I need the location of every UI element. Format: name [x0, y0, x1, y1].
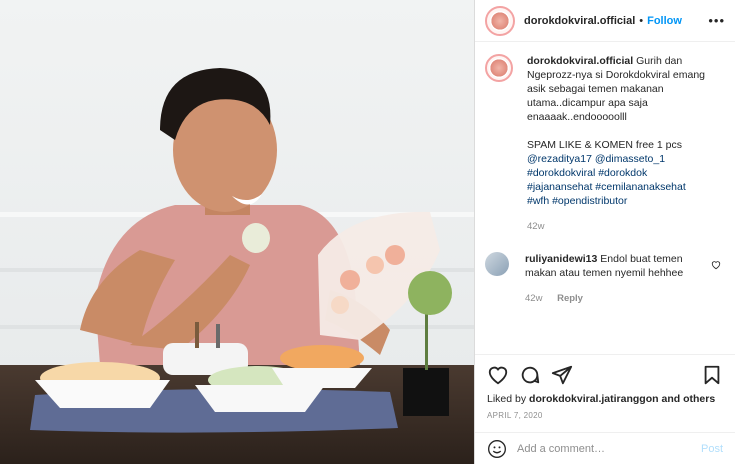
- likes-user[interactable]: dorokdokviral.jatiranggon: [529, 393, 659, 405]
- header-separator: •: [639, 14, 644, 27]
- caption-avatar[interactable]: [485, 54, 513, 82]
- comment-time[interactable]: 42w: [525, 293, 542, 304]
- header-username[interactable]: dorokdokviral.official: [524, 15, 635, 27]
- post-button[interactable]: Post: [701, 443, 723, 455]
- instagram-post: dorokdokviral.official • Follow ••• doro…: [0, 0, 735, 464]
- comment-input[interactable]: [517, 442, 701, 455]
- post-header: dorokdokviral.official • Follow •••: [475, 0, 735, 42]
- post-image: [0, 0, 474, 464]
- post-actions: Liked by dorokdokviral.jatiranggon and o…: [475, 354, 735, 420]
- comment-username[interactable]: ruliyanidewi13: [525, 253, 597, 265]
- likes-summary: Liked by dorokdokviral.jatiranggon and o…: [487, 393, 723, 405]
- comments-list[interactable]: dorokdokviral.official Gurih dan Ngeproz…: [475, 54, 735, 354]
- caption-spam-text: SPAM LIKE & KOMEN free 1 pcs: [527, 139, 683, 151]
- comment-item: ruliyanidewi13 Endol buat temen makan at…: [485, 252, 725, 306]
- bookmark-icon[interactable]: [701, 364, 723, 386]
- likes-prefix: Liked by: [487, 393, 527, 405]
- share-icon[interactable]: [551, 364, 573, 386]
- follow-button[interactable]: Follow: [647, 15, 682, 27]
- more-options-icon[interactable]: •••: [708, 13, 725, 28]
- post-sidebar: dorokdokviral.official • Follow ••• doro…: [474, 0, 735, 464]
- post-date[interactable]: APRIL 7, 2020: [487, 411, 723, 420]
- caption-time[interactable]: 42w: [527, 221, 544, 232]
- profile-avatar[interactable]: [485, 5, 515, 36]
- comment-heart-icon[interactable]: [711, 260, 721, 273]
- caption: dorokdokviral.official Gurih dan Ngeproz…: [485, 54, 725, 234]
- comment-icon[interactable]: [519, 364, 541, 386]
- comment-avatar[interactable]: [485, 252, 509, 276]
- add-comment-bar: Post: [475, 432, 735, 464]
- caption-tag-line[interactable]: #jajanansehat #cemilananaksehat: [527, 180, 717, 194]
- caption-username[interactable]: dorokdokviral.official: [527, 55, 633, 67]
- post-photo[interactable]: [0, 0, 474, 464]
- caption-tag-line[interactable]: #wfh #opendistributor: [527, 194, 717, 208]
- caption-tag-line[interactable]: #dorokdokviral #dorokdok: [527, 166, 717, 180]
- heart-icon[interactable]: [487, 364, 509, 386]
- likes-suffix[interactable]: and others: [661, 393, 715, 405]
- reply-button[interactable]: Reply: [557, 293, 583, 304]
- caption-tag-line[interactable]: @rezaditya17 @dimasseto_1: [527, 152, 717, 166]
- emoji-icon[interactable]: [487, 439, 507, 459]
